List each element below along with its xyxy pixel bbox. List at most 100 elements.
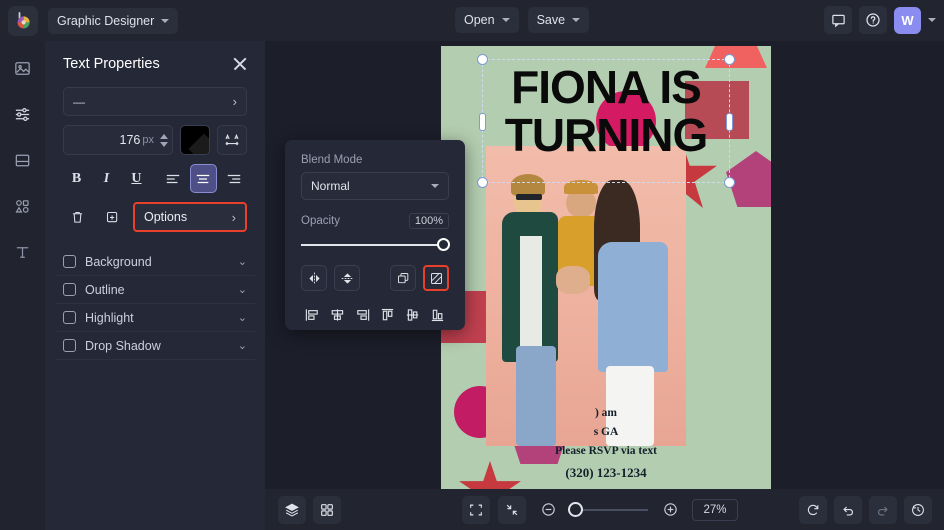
align-right-icon — [226, 173, 242, 185]
italic-button[interactable]: I — [93, 164, 120, 193]
font-family-selector[interactable]: — › — [63, 87, 247, 116]
accordion-drop-shadow[interactable]: Drop Shadow ⌄ — [55, 332, 255, 360]
chevron-down-icon: ⌄ — [238, 311, 247, 324]
align-left-edge-button[interactable] — [301, 304, 323, 326]
blend-mode-select[interactable]: Normal — [301, 172, 449, 200]
reset-button[interactable] — [799, 496, 827, 524]
flip-vertical-button[interactable] — [334, 265, 360, 291]
redo-button[interactable] — [869, 496, 897, 524]
underline-button[interactable]: U — [123, 164, 150, 193]
duplicate-layer-icon — [396, 271, 411, 286]
left-rail — [0, 41, 45, 530]
opacity-slider[interactable] — [301, 238, 449, 252]
align-right-button[interactable] — [220, 164, 247, 193]
font-size-row: 176 px — [63, 125, 247, 155]
sidebar-item-graphics[interactable] — [8, 191, 38, 221]
shape-pentagon-1 — [726, 151, 771, 207]
family-photo[interactable] — [486, 146, 686, 446]
detach-image-button[interactable] — [423, 265, 449, 291]
feedback-button[interactable] — [824, 6, 852, 34]
accordion-label: Drop Shadow — [85, 339, 229, 353]
fit-screen-button[interactable] — [462, 496, 490, 524]
flip-horizontal-button[interactable] — [301, 265, 327, 291]
font-size-stepper[interactable] — [160, 134, 168, 147]
options-button[interactable]: Options › — [133, 202, 247, 232]
zoom-in-button[interactable] — [656, 496, 684, 524]
drop-shadow-checkbox[interactable] — [63, 339, 76, 352]
sidebar-item-edit[interactable] — [8, 99, 38, 129]
info-line-4[interactable]: (320) 123-1234 — [441, 465, 771, 481]
outline-checkbox[interactable] — [63, 283, 76, 296]
accordion-highlight[interactable]: Highlight ⌄ — [55, 304, 255, 332]
info-line-2[interactable]: s GA — [441, 426, 771, 438]
top-bar: Graphic Designer Open Save — [0, 0, 944, 41]
accordion-label: Background — [85, 255, 229, 269]
align-left-button[interactable] — [160, 164, 187, 193]
title-line-1[interactable]: FIONA IS — [441, 64, 771, 110]
save-button[interactable]: Save — [528, 7, 590, 33]
duplicate-layer-button[interactable] — [390, 265, 416, 291]
zoom-slider[interactable] — [570, 503, 648, 517]
background-checkbox[interactable] — [63, 255, 76, 268]
reset-icon — [805, 502, 821, 518]
stepper-down-icon[interactable] — [160, 142, 168, 147]
history-button[interactable] — [904, 496, 932, 524]
font-size-input[interactable]: 176 px — [63, 125, 173, 155]
account-chevron-down-icon[interactable] — [928, 18, 936, 22]
project-type-dropdown[interactable]: Graphic Designer — [48, 8, 178, 34]
duplicate-icon — [105, 210, 120, 225]
collapse-button[interactable] — [498, 496, 526, 524]
chevron-down-icon — [161, 19, 169, 23]
chevron-down-icon — [572, 18, 580, 22]
panel-header: Text Properties — [45, 41, 265, 83]
letter-spacing-button[interactable] — [217, 125, 247, 155]
align-middle-vertical-button[interactable] — [402, 304, 424, 326]
zoom-controls: 27% — [462, 496, 738, 524]
info-line-1[interactable]: ) am — [441, 407, 771, 419]
avatar[interactable]: W — [894, 7, 921, 34]
font-size-unit: px — [142, 134, 154, 146]
question-circle-icon — [865, 12, 881, 28]
bottom-left-tools — [278, 496, 341, 524]
zoom-level-value[interactable]: 27% — [692, 499, 738, 521]
layers-button[interactable] — [278, 496, 306, 524]
text-properties-panel: Text Properties — › 176 px — [45, 41, 265, 530]
save-label: Save — [537, 13, 566, 27]
grid-button[interactable] — [313, 496, 341, 524]
italic-label: I — [104, 171, 109, 187]
sidebar-item-templates[interactable] — [8, 145, 38, 175]
zoom-out-button[interactable] — [534, 496, 562, 524]
history-controls — [799, 496, 932, 524]
flip-horizontal-icon — [307, 271, 322, 286]
grid-icon — [319, 502, 335, 518]
artboard[interactable]: FIONA IS TURNING ) am s GA Please RSVP v… — [441, 46, 771, 489]
title-line-2[interactable]: TURNING — [441, 112, 771, 158]
help-button[interactable] — [859, 6, 887, 34]
accordion-background[interactable]: Background ⌄ — [55, 248, 255, 276]
bold-button[interactable]: B — [63, 164, 90, 193]
sidebar-item-text[interactable] — [8, 237, 38, 267]
chevron-down-icon: ⌄ — [238, 255, 247, 268]
undo-button[interactable] — [834, 496, 862, 524]
delete-button[interactable] — [63, 203, 92, 232]
close-icon[interactable] — [231, 55, 249, 73]
app-logo[interactable] — [8, 6, 38, 36]
info-line-3[interactable]: Please RSVP via text — [441, 445, 771, 457]
align-bottom-edge-button[interactable] — [427, 304, 449, 326]
zoom-slider-thumb[interactable] — [568, 502, 583, 517]
accordion-outline[interactable]: Outline ⌄ — [55, 276, 255, 304]
align-top-edge-button[interactable] — [377, 304, 399, 326]
slider-thumb[interactable] — [437, 238, 450, 251]
align-center-button[interactable] — [190, 164, 217, 193]
align-right-edge-button[interactable] — [351, 304, 373, 326]
sidebar-item-image[interactable] — [8, 53, 38, 83]
text-color-swatch[interactable] — [180, 125, 210, 155]
duplicate-button[interactable] — [98, 203, 127, 232]
highlight-checkbox[interactable] — [63, 311, 76, 324]
stepper-up-icon[interactable] — [160, 134, 168, 139]
frame-icon — [13, 151, 32, 170]
chat-bubble-icon — [831, 13, 846, 28]
zoom-in-icon — [662, 501, 679, 518]
align-center-horizontal-button[interactable] — [326, 304, 348, 326]
open-button[interactable]: Open — [455, 7, 519, 33]
